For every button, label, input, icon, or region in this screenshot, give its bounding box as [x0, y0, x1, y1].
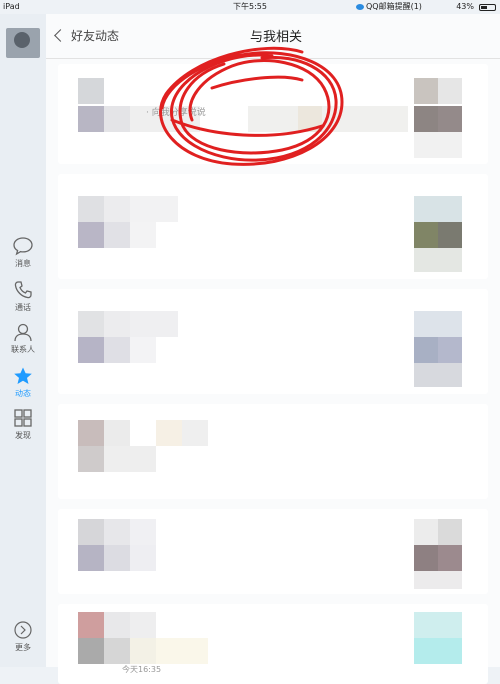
blurred-thumbnail	[414, 571, 462, 589]
blurred-content	[182, 420, 208, 446]
blurred-avatar	[78, 106, 104, 132]
blurred-content	[104, 222, 130, 248]
post-timestamp: 今天16:35	[122, 665, 162, 674]
back-button[interactable]: 好友动态	[54, 27, 120, 44]
blurred-content	[130, 545, 156, 571]
feed-item[interactable]	[58, 404, 488, 499]
blurred-thumbnail	[414, 78, 438, 104]
blurred-avatar	[78, 78, 104, 104]
blurred-thumbnail	[438, 519, 462, 545]
blurred-thumbnail	[414, 222, 438, 248]
blurred-content	[104, 196, 130, 222]
avatar[interactable]	[6, 28, 40, 58]
sidebar-item-label: 发现	[15, 431, 31, 440]
blurred-avatar	[78, 222, 104, 248]
back-label: 好友动态	[71, 29, 120, 43]
blurred-thumbnail	[414, 337, 438, 363]
sidebar-item-label: 消息	[15, 259, 31, 268]
status-bar: iPad 下午5:55 QQ邮箱提醒(1) 43%	[0, 0, 500, 14]
blurred-content	[156, 420, 182, 446]
blurred-thumbnail	[438, 222, 462, 248]
blurred-content	[130, 222, 156, 248]
blurred-avatar	[78, 638, 104, 664]
blurred-content	[130, 196, 178, 222]
blurred-avatar	[78, 420, 104, 446]
blurred-thumbnail	[414, 363, 462, 387]
chevron-right-circle-icon	[14, 621, 32, 639]
blurred-content	[104, 446, 156, 472]
blurred-content	[130, 638, 156, 664]
blurred-thumbnail	[438, 545, 462, 571]
blurred-avatar	[78, 612, 104, 638]
star-icon	[14, 367, 32, 384]
blurred-content	[130, 612, 156, 638]
blurred-content	[104, 519, 130, 545]
blurred-content	[130, 519, 156, 545]
sidebar-item-discover[interactable]: 发现	[0, 408, 46, 441]
blurred-avatar	[78, 519, 104, 545]
blurred-thumbnail	[438, 106, 462, 132]
sidebar-item-label: 联系人	[11, 345, 35, 354]
blurred-thumbnail	[414, 545, 438, 571]
feed-item[interactable]	[58, 509, 488, 594]
battery-icon	[479, 4, 496, 11]
sidebar-item-feed[interactable]: 动态	[0, 366, 46, 399]
chevron-left-icon	[54, 29, 67, 42]
blurred-thumbnail	[438, 337, 462, 363]
blurred-content	[104, 638, 130, 664]
red-scribble-annotation	[159, 46, 344, 166]
contact-person-icon	[14, 323, 32, 342]
main-panel: 好友动态 与我相关 · 向我分享说说 今天16:35	[46, 14, 500, 684]
sidebar-item-contacts[interactable]: 联系人	[0, 322, 46, 355]
blurred-avatar	[78, 196, 104, 222]
blurred-thumbnail	[414, 519, 438, 545]
blurred-thumbnail	[414, 311, 462, 337]
notification-text: QQ邮箱提醒(1)	[356, 0, 422, 14]
blurred-thumbnail	[414, 196, 462, 222]
feed-item[interactable]	[58, 289, 488, 394]
blurred-content	[104, 337, 130, 363]
blurred-avatar	[78, 311, 104, 337]
feed-item[interactable]: 今天16:35	[58, 604, 488, 684]
qq-icon	[356, 3, 364, 10]
status-time: 下午5:55	[233, 2, 267, 11]
blurred-thumbnail	[414, 106, 438, 132]
sidebar-item-calls[interactable]: 通话	[0, 280, 46, 313]
sidebar-item-messages[interactable]: 消息	[0, 236, 46, 269]
blurred-content	[104, 106, 130, 132]
blurred-avatar	[78, 337, 104, 363]
blurred-content	[104, 420, 130, 446]
battery-percent: 43%	[456, 2, 474, 11]
blurred-content	[156, 638, 208, 664]
blurred-content	[104, 545, 130, 571]
blurred-thumbnail	[438, 78, 462, 104]
blurred-avatar	[78, 446, 104, 472]
sidebar: 消息 通话 联系人 动态 发现 更多	[0, 14, 46, 667]
blurred-thumbnail	[414, 612, 462, 638]
phone-icon	[14, 281, 32, 299]
sidebar-item-label: 通话	[15, 303, 31, 312]
blurred-content	[130, 311, 178, 337]
feed-item[interactable]	[58, 174, 488, 279]
blurred-thumbnail	[414, 132, 462, 158]
grid-icon	[14, 409, 32, 427]
blurred-thumbnail	[414, 638, 462, 664]
blurred-content	[104, 612, 130, 638]
blurred-thumbnail	[414, 248, 462, 272]
page-title: 与我相关	[250, 30, 303, 45]
sidebar-item-label: 动态	[15, 389, 31, 398]
blurred-avatar	[78, 545, 104, 571]
more-label: 更多	[15, 643, 31, 652]
blurred-content	[104, 311, 130, 337]
chat-bubble-icon	[13, 237, 33, 256]
more-button[interactable]: 更多	[0, 620, 46, 653]
blurred-content	[130, 337, 156, 363]
